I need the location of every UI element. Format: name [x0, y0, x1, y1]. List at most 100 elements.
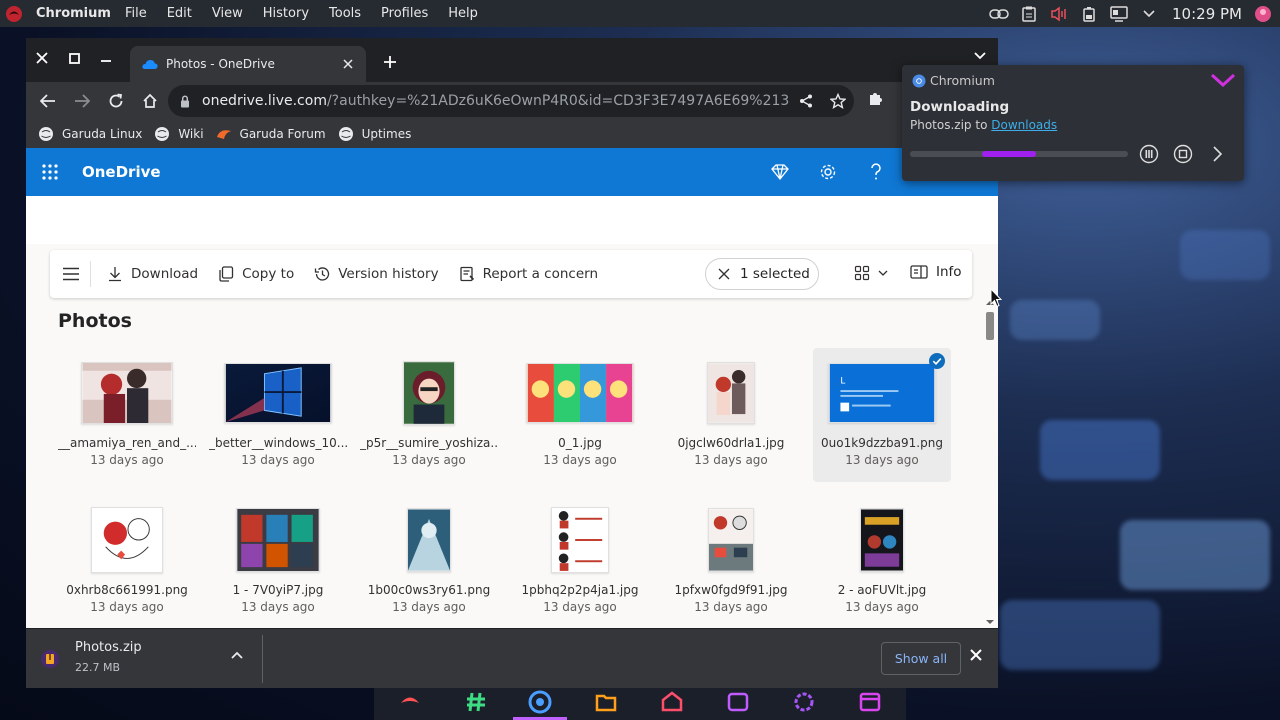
file-tile[interactable]: 1 - 7V0yiP7.jpg 13 days ago [209, 497, 347, 628]
battery-icon[interactable] [1074, 6, 1104, 22]
file-tile-selected[interactable]: L 0uo1k9dzzba91.png 13 days ago [813, 348, 951, 482]
hashtag-app-icon[interactable] [464, 690, 488, 714]
terminal-icon[interactable] [726, 690, 750, 714]
bookmark-garuda-linux[interactable]: Garuda Linux [38, 126, 142, 142]
photo-thumbnail[interactable] [70, 505, 184, 575]
file-name[interactable]: 0_1.jpg [511, 436, 649, 450]
hamburger-menu-icon[interactable] [62, 267, 80, 281]
chromium-dock-icon[interactable] [528, 690, 552, 714]
premium-diamond-icon[interactable] [768, 160, 792, 184]
file-name[interactable]: 1 - 7V0yiP7.jpg [209, 583, 347, 597]
selection-pill[interactable]: 1 selected [705, 258, 819, 290]
photo-thumbnail[interactable] [825, 505, 939, 575]
reload-button[interactable] [100, 85, 132, 117]
menu-history[interactable]: History [263, 6, 309, 21]
user-avatar[interactable] [1252, 5, 1274, 22]
downloads-folder-link[interactable]: Downloads [991, 118, 1057, 132]
display-icon[interactable] [1104, 5, 1134, 22]
file-name[interactable]: 1pbhq2p2p4ja1.jpg [511, 583, 649, 597]
download-notification[interactable]: Chromium Downloading Photos.zip to Downl… [902, 65, 1244, 181]
menu-edit[interactable]: Edit [167, 6, 192, 21]
file-tile[interactable]: _better__windows_10... 13 days ago [209, 350, 347, 484]
close-shelf-icon[interactable] [970, 649, 982, 661]
view-switcher[interactable] [854, 265, 888, 281]
menu-help[interactable]: Help [448, 6, 478, 21]
photo-thumbnail[interactable] [221, 358, 335, 428]
clipboard-icon[interactable] [1014, 6, 1044, 22]
app-launcher-waffle-icon[interactable] [26, 148, 74, 196]
photo-thumbnail[interactable] [523, 505, 637, 575]
version-history-command[interactable]: Version history [314, 266, 439, 282]
share-icon[interactable] [790, 94, 822, 108]
tab-close-icon[interactable] [338, 54, 358, 74]
file-name[interactable]: 0xhrb8c661991.png [58, 583, 196, 597]
link-icon[interactable] [984, 8, 1014, 20]
photo-thumbnail[interactable] [523, 358, 637, 428]
clear-selection-x-icon[interactable] [718, 268, 730, 280]
settings-gear-icon[interactable] [816, 160, 840, 184]
garuda-logo-icon[interactable] [2, 2, 26, 26]
active-app-name[interactable]: Chromium [36, 6, 111, 21]
software-store-icon[interactable] [660, 690, 684, 714]
volume-muted-icon[interactable] [1044, 6, 1074, 22]
photo-thumbnail[interactable] [70, 358, 184, 428]
collapse-chevron-icon[interactable] [1210, 73, 1236, 87]
bookmark-garuda-forum[interactable]: Garuda Forum [216, 126, 326, 142]
bookmark-star-icon[interactable] [822, 93, 854, 109]
file-tile[interactable]: 0xhrb8c661991.png 13 days ago [58, 497, 196, 628]
chevron-up-icon[interactable] [231, 651, 243, 659]
file-tile[interactable]: 1pbhq2p2p4ja1.jpg 13 days ago [511, 497, 649, 628]
file-tile[interactable]: _p5r__sumire_yoshiza... 13 days ago [360, 350, 498, 484]
file-tile[interactable]: 1pfxw0fgd9f91.jpg 13 days ago [662, 497, 800, 628]
file-name[interactable]: 1b00c0ws3ry61.png [360, 583, 498, 597]
chevron-right-icon[interactable] [1207, 144, 1227, 164]
selected-checkmark-icon[interactable] [929, 353, 945, 369]
url-text[interactable]: onedrive.live.com/?authkey=%21ADz6uK6eOw… [202, 93, 790, 109]
file-name[interactable]: __amamiya_ren_and_... [58, 436, 196, 450]
clock[interactable]: 10:29 PM [1172, 5, 1242, 23]
bookmark-uptimes[interactable]: Uptimes [338, 126, 411, 142]
stop-download-icon[interactable] [1173, 144, 1193, 164]
settings-dock-icon[interactable] [792, 690, 816, 714]
pause-download-icon[interactable] [1139, 144, 1159, 164]
window-close-button[interactable] [32, 48, 52, 68]
tab-list-chevron-icon[interactable] [974, 52, 986, 60]
window-maximize-button[interactable] [64, 48, 84, 68]
info-command[interactable]: Info [910, 264, 962, 280]
onedrive-brand[interactable]: OneDrive [82, 163, 161, 181]
file-name[interactable]: 0jgclw60drla1.jpg [662, 436, 800, 450]
help-question-icon[interactable] [864, 160, 888, 184]
file-tile[interactable]: 1b00c0ws3ry61.png 13 days ago [360, 497, 498, 628]
photo-thumbnail[interactable] [372, 358, 486, 428]
address-bar[interactable]: onedrive.live.com/?authkey=%21ADz6uK6eOw… [168, 85, 854, 117]
forward-button[interactable] [66, 85, 98, 117]
file-tile[interactable]: 2 - aoFUVlt.jpg 13 days ago [813, 497, 951, 628]
report-concern-command[interactable]: Report a concern [459, 266, 598, 282]
zip-file-icon[interactable] [40, 649, 60, 669]
file-tile[interactable]: 0_1.jpg 13 days ago [511, 350, 649, 484]
tab-onedrive[interactable]: Photos - OneDrive [130, 46, 366, 82]
lock-icon[interactable] [180, 94, 190, 108]
scroll-down-arrow-icon[interactable] [985, 619, 995, 625]
bookmark-wiki[interactable]: Wiki [154, 126, 204, 142]
file-name[interactable]: _better__windows_10... [209, 436, 347, 450]
window-minimize-button[interactable] [96, 48, 116, 68]
file-tile[interactable]: __amamiya_ren_and_... 13 days ago [58, 350, 196, 484]
garuda-menu-icon[interactable] [398, 690, 422, 714]
back-button[interactable] [32, 85, 64, 117]
file-manager-icon[interactable] [594, 690, 618, 714]
menu-profiles[interactable]: Profiles [381, 6, 428, 21]
file-name[interactable]: 1pfxw0fgd9f91.jpg [662, 583, 800, 597]
menu-tools[interactable]: Tools [329, 6, 361, 21]
photo-thumbnail[interactable] [674, 505, 788, 575]
file-name[interactable]: 0uo1k9dzzba91.png [813, 436, 951, 450]
file-name[interactable]: 2 - aoFUVlt.jpg [813, 583, 951, 597]
menu-view[interactable]: View [212, 6, 243, 21]
photo-thumbnail[interactable]: L [825, 358, 939, 428]
extensions-puzzle-icon[interactable] [868, 90, 884, 106]
download-file-name[interactable]: Photos.zip [75, 640, 142, 655]
photo-thumbnail[interactable] [674, 358, 788, 428]
show-all-button[interactable]: Show all [881, 642, 961, 675]
photo-thumbnail[interactable] [372, 505, 486, 575]
scrollbar-thumb[interactable] [986, 312, 994, 340]
